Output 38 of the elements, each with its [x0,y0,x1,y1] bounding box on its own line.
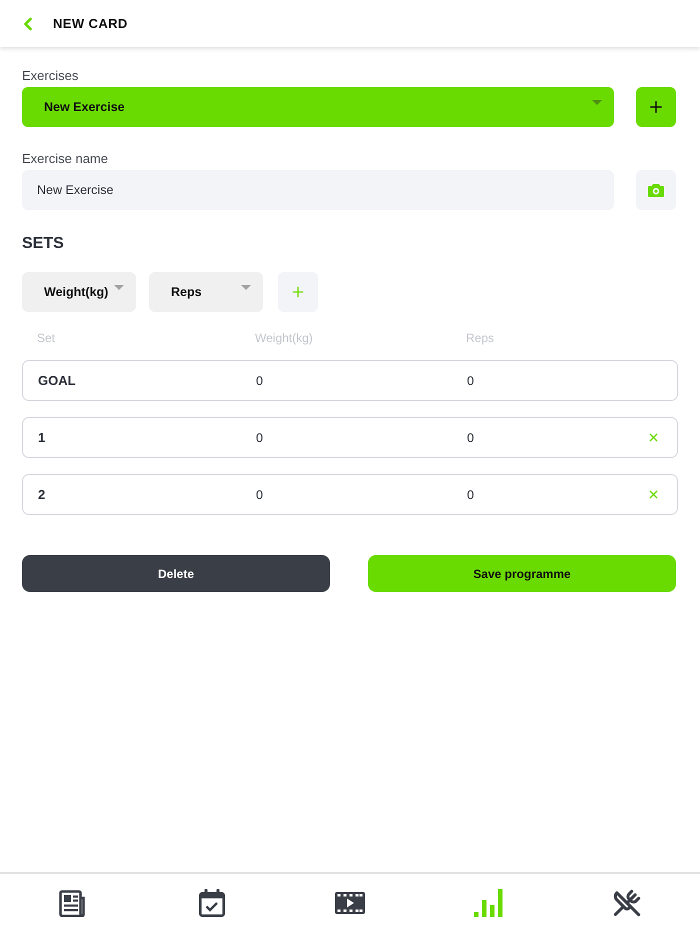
table-cell: 0 [467,430,474,444]
close-icon[interactable] [647,488,660,501]
film-play-icon[interactable] [334,892,365,914]
field-label: Exercises [22,68,80,84]
calendar-check-icon[interactable] [198,889,225,917]
exercise-dropdown[interactable]: New Exercise [22,87,614,127]
column-dropdown[interactable]: Reps [149,272,263,312]
column-header: Reps [466,330,496,346]
page-title: NEW CARD [53,16,128,31]
table-cell: 0 [467,488,474,502]
utensils-icon[interactable] [612,889,641,917]
column-header: Weight(kg) [255,330,314,346]
table-cell: 0 [256,488,263,502]
caret-icon [114,285,124,290]
table-cell: 0 [256,374,263,388]
camera-button[interactable] [636,170,676,210]
section-title: SETS [22,234,65,254]
plus-icon [290,284,306,300]
add-column-button[interactable] [278,272,318,312]
table-cell: GOAL [38,373,76,388]
camera-icon [648,184,664,196]
newspaper-icon[interactable] [59,890,88,916]
column-header: Set [37,330,56,346]
save-button[interactable]: Save programme [368,555,676,592]
table-cell: 0 [467,374,474,388]
caret-icon [241,285,251,290]
caret-icon [592,100,602,105]
field-label: Exercise name [22,151,109,167]
plus-icon [647,98,665,116]
table-cell: 2 [38,487,46,502]
table-cell: 0 [256,430,263,444]
bar-chart-icon[interactable] [474,889,503,917]
table-cell: 1 [38,430,46,445]
exercise-name-field[interactable]: New Exercise [22,170,614,210]
add-button[interactable] [636,87,676,127]
close-icon[interactable] [647,431,660,444]
column-dropdown[interactable]: Weight(kg) [22,272,136,312]
delete-button[interactable]: Delete [22,555,330,592]
